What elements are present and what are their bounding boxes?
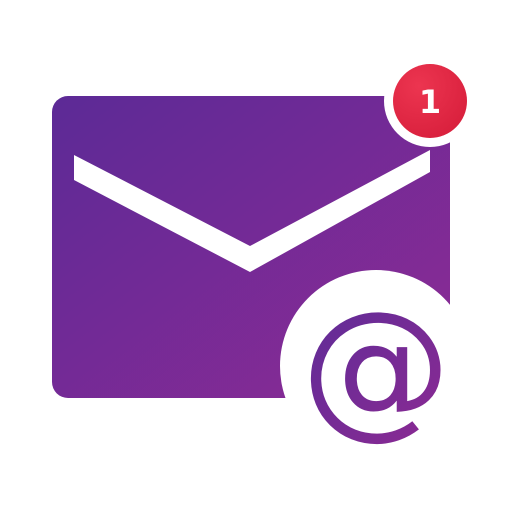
mail-app-icon[interactable]: 1 @ — [0, 0, 512, 512]
at-symbol-icon: @ — [301, 280, 451, 454]
notification-badge-count: 1 — [419, 83, 441, 121]
